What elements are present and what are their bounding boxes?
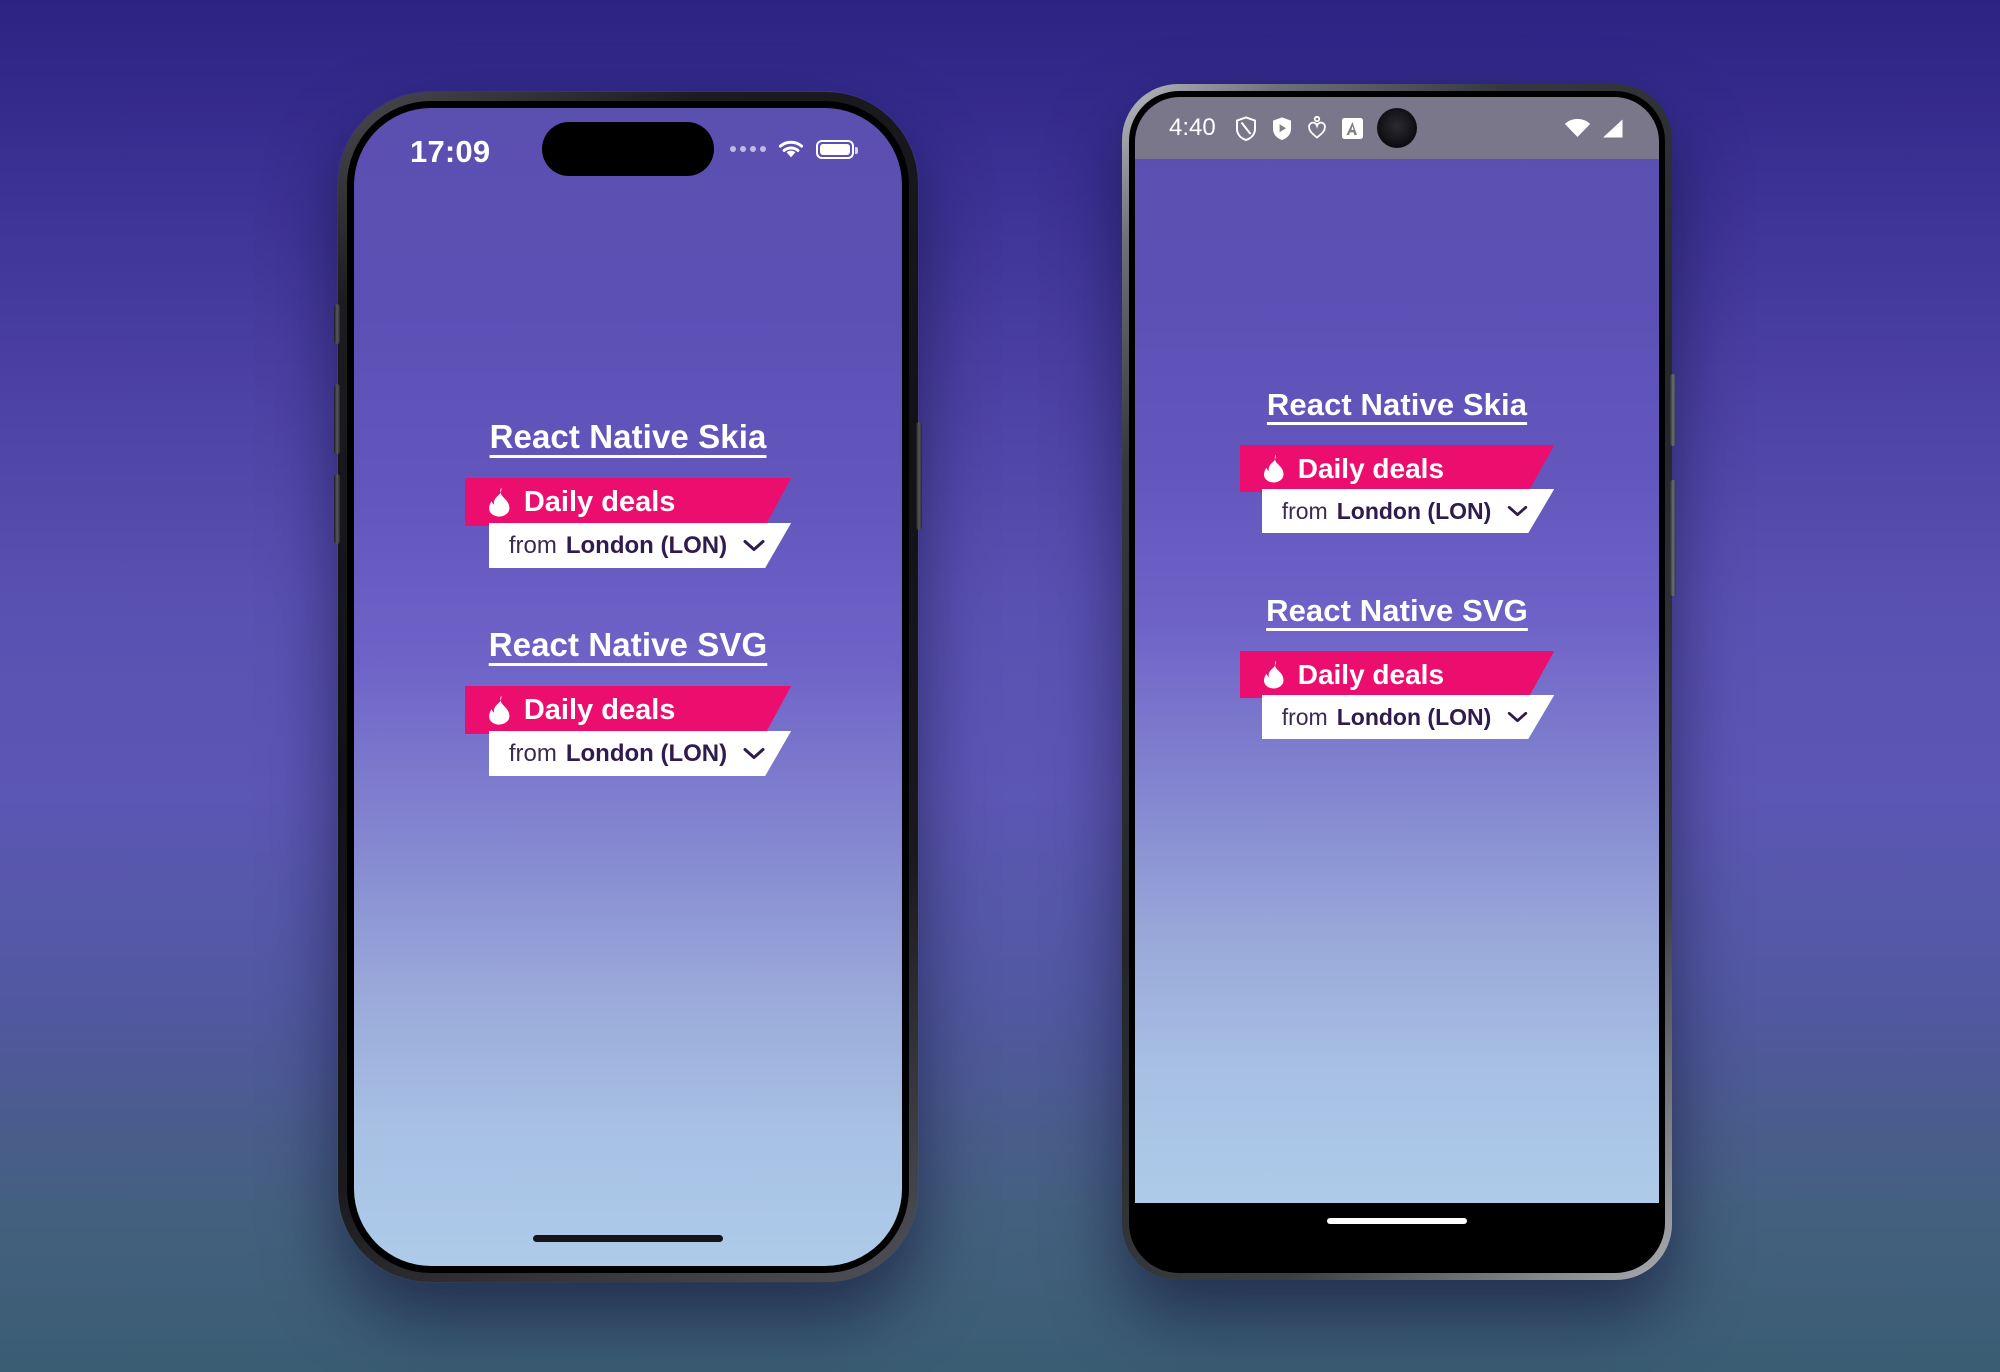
origin-from-label: from (508, 531, 557, 559)
origin-from-label: from (508, 739, 557, 767)
iphone-screen: 17:09 React Native Skia Daily deals from… (354, 108, 902, 1266)
iphone-volume-up-button[interactable] (334, 384, 340, 454)
wifi-icon (778, 140, 804, 158)
flame-icon (487, 487, 512, 517)
origin-city-label: London (LON) (1336, 703, 1492, 730)
iphone-device: 17:09 React Native Skia Daily deals from… (334, 92, 922, 1282)
ios-section-skia: React Native Skia Daily deals from Londo… (354, 418, 902, 568)
shield-play-icon (1273, 116, 1291, 140)
flame-icon (1262, 454, 1286, 483)
ios-section-title-skia: React Native Skia (489, 418, 767, 455)
android-app-surface: 4:40 React Native Skia Daily deals from … (1135, 97, 1659, 1203)
iphone-mute-switch[interactable] (334, 304, 340, 344)
ios-deal-badge-svg[interactable]: Daily deals from London (LON) (465, 686, 791, 776)
iphone-volume-down-button[interactable] (334, 474, 340, 544)
flame-icon (487, 695, 512, 725)
android-section-title-skia: React Native Skia (1266, 387, 1528, 422)
ios-content-stack: React Native Skia Daily deals from Londo… (354, 418, 902, 776)
origin-from-label: from (1281, 497, 1328, 524)
android-status-time: 4:40 (1169, 114, 1216, 141)
android-screen: 4:40 React Native Skia Daily deals from … (1135, 97, 1659, 1267)
ios-status-indicators (730, 138, 858, 160)
flame-icon (1262, 660, 1286, 689)
shield-outline-icon (1236, 115, 1256, 141)
ios-status-time: 17:09 (410, 134, 491, 169)
daily-deals-ribbon[interactable]: Daily deals (1240, 445, 1555, 492)
origin-city-label: London (LON) (1336, 497, 1492, 524)
android-section-title-svg: React Native SVG (1266, 593, 1528, 628)
chevron-down-icon[interactable] (1507, 711, 1528, 723)
android-home-indicator[interactable] (1327, 1218, 1467, 1224)
android-power-button[interactable] (1670, 374, 1676, 446)
android-volume-rocker[interactable] (1670, 480, 1676, 596)
android-section-skia: React Native Skia Daily deals from Londo… (1135, 387, 1659, 533)
android-device: 4:40 React Native Skia Daily deals from … (1122, 84, 1676, 1280)
android-content-stack: React Native Skia Daily deals from Londo… (1135, 387, 1659, 739)
iphone-app-surface: 17:09 React Native Skia Daily deals from… (354, 108, 902, 1266)
camera-punch-hole (1377, 108, 1417, 148)
a-badge-icon (1342, 117, 1363, 139)
origin-from-label: from (1281, 703, 1328, 730)
chevron-down-icon[interactable] (743, 747, 765, 760)
daily-deals-ribbon[interactable]: Daily deals (465, 686, 791, 734)
origin-selector[interactable]: from London (LON) (1262, 489, 1555, 533)
origin-city-label: London (LON) (565, 739, 728, 767)
android-status-bar: 4:40 (1135, 97, 1659, 159)
dynamic-island (542, 122, 714, 176)
ios-deal-badge-skia[interactable]: Daily deals from London (LON) (465, 478, 791, 568)
origin-selector[interactable]: from London (LON) (489, 523, 791, 568)
android-notification-icons (1235, 115, 1364, 141)
daily-deals-label: Daily deals (523, 693, 676, 726)
origin-city-label: London (LON) (565, 531, 728, 559)
chevron-down-icon[interactable] (743, 539, 765, 552)
cell-signal-icon (1603, 119, 1623, 137)
android-navigation-bar (1135, 1203, 1659, 1267)
ios-home-indicator[interactable] (533, 1235, 723, 1242)
android-section-svg: React Native SVG Daily deals from London… (1135, 593, 1659, 739)
daily-deals-ribbon[interactable]: Daily deals (1240, 651, 1555, 698)
signal-dots-icon (730, 146, 766, 152)
wifi-icon (1564, 118, 1591, 137)
iphone-power-button[interactable] (916, 422, 922, 530)
origin-selector[interactable]: from London (LON) (1262, 695, 1555, 739)
android-status-indicators (1564, 118, 1625, 139)
daily-deals-label: Daily deals (523, 485, 676, 518)
android-deal-badge-skia[interactable]: Daily deals from London (LON) (1240, 445, 1555, 533)
origin-selector[interactable]: from London (LON) (489, 731, 791, 776)
daily-deals-label: Daily deals (1297, 658, 1445, 690)
android-deal-badge-svg[interactable]: Daily deals from London (LON) (1240, 651, 1555, 739)
ios-section-svg: React Native SVG Daily deals from London… (354, 626, 902, 776)
daily-deals-label: Daily deals (1297, 452, 1445, 484)
heart-outline-icon (1308, 116, 1326, 139)
chevron-down-icon[interactable] (1507, 505, 1528, 517)
ios-section-title-svg: React Native SVG (488, 626, 768, 663)
ios-status-bar: 17:09 (354, 108, 902, 194)
daily-deals-ribbon[interactable]: Daily deals (465, 478, 791, 526)
battery-icon (816, 139, 858, 159)
